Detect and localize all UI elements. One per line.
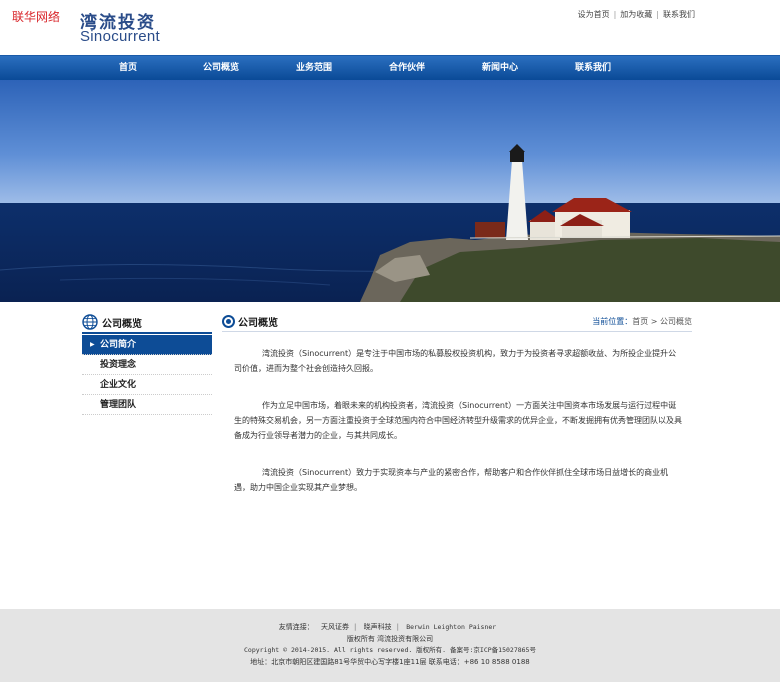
breadcrumb-prefix: 当前位置：: [592, 317, 633, 326]
sidebar-item-company-intro[interactable]: ▶ 公司简介: [82, 335, 212, 355]
nav-item-home[interactable]: 首页: [82, 56, 174, 81]
separator: |: [613, 10, 617, 19]
contact-us-link[interactable]: 联系我们: [663, 10, 695, 19]
separator: |: [396, 623, 399, 631]
footer-copyright: Copyright © 2014-2015. All rights reserv…: [244, 646, 536, 654]
nav-item-news[interactable]: 新闻中心: [454, 56, 546, 81]
add-favorite-link[interactable]: 加为收藏: [620, 10, 652, 19]
sidebar-item-culture[interactable]: 企业文化: [82, 375, 212, 395]
nav-item-partners[interactable]: 合作伙伴: [361, 56, 453, 81]
globe-icon: [82, 314, 98, 330]
main-nav: 首页 公司概览 业务范围 合作伙伴 新闻中心 联系我们: [0, 55, 780, 80]
article-paragraph: 湾流投资（Sinocurrent）是专注于中国市场的私募股权投资机构，致力于为投…: [234, 349, 677, 373]
sidebar: 公司概览 ▶ 公司简介 投资理念 企业文化 管理团队: [82, 312, 212, 415]
separator: |: [354, 623, 357, 631]
arrow-right-icon: ▶: [90, 341, 95, 348]
footer-owner: 版权所有 湾流投资有限公司: [346, 634, 434, 643]
footer-link-blp[interactable]: Berwin Leighton Paisner: [406, 623, 496, 631]
sidebar-item-label: 企业文化: [100, 380, 137, 390]
nav-item-contact[interactable]: 联系我们: [547, 56, 639, 81]
sidebar-item-team[interactable]: 管理团队: [82, 395, 212, 415]
breadcrumb-home[interactable]: 首页: [632, 317, 648, 326]
footer-links: 友情连接： 天风证券 | 晓声科技 | Berwin Leighton Paisne…: [0, 622, 780, 634]
nav-item-overview[interactable]: 公司概览: [175, 56, 267, 81]
sidebar-item-label: 投资理念: [100, 360, 137, 370]
bullet-circle-icon: [222, 315, 235, 328]
breadcrumb-separator: >: [650, 317, 658, 326]
banner-image-lighthouse: [0, 80, 780, 302]
footer: 友情连接： 天风证券 | 晓声科技 | Berwin Leighton Paisne…: [0, 609, 780, 682]
sidebar-header: 公司概览: [82, 312, 212, 334]
nav-item-business[interactable]: 业务范围: [268, 56, 360, 81]
breadcrumb-current: 公司概览: [660, 317, 692, 326]
article-body: 湾流投资（Sinocurrent）是专注于中国市场的私募股权投资机构，致力于为投…: [222, 332, 692, 495]
set-homepage-link[interactable]: 设为首页: [578, 10, 610, 19]
page-title: 公司概览: [238, 318, 278, 329]
main-content: 公司概览 当前位置：首页 > 公司概览 湾流投资（Sinocurrent）是专注…: [222, 312, 692, 517]
footer-link-tianfeng[interactable]: 天风证券: [321, 623, 349, 631]
sidebar-item-label: 公司简介: [100, 340, 137, 350]
watermark-text: 联华网络: [12, 10, 61, 24]
separator: |: [656, 10, 659, 19]
site-logo[interactable]: 湾流投资 Sinocurrent: [80, 8, 190, 45]
sidebar-title: 公司概览: [102, 318, 142, 330]
sidebar-menu: ▶ 公司简介 投资理念 企业文化 管理团队: [82, 335, 212, 415]
sidebar-item-philosophy[interactable]: 投资理念: [82, 355, 212, 375]
top-links: 设为首页 | 加为收藏 | 联系我们: [578, 9, 695, 20]
sidebar-item-label: 管理团队: [100, 400, 137, 410]
logo-english-name: Sinocurrent: [80, 28, 161, 45]
footer-address: 地址：北京市朝阳区建国路81号华贸中心写字楼1座11层 联系电话：+86 10 …: [250, 657, 530, 666]
article-paragraph: 作为立足中国市场，着眼未来的机构投资者，湾流投资（Sinocurrent）一方面…: [234, 401, 682, 440]
content-header: 公司概览 当前位置：首页 > 公司概览: [222, 312, 692, 332]
footer-link-xiaosheng[interactable]: 晓声科技: [364, 623, 392, 631]
footer-links-label: 友情连接：: [278, 623, 314, 631]
article-paragraph: 湾流投资（Sinocurrent）致力于实现资本与产业的紧密合作，帮助客户和合作…: [234, 468, 669, 492]
breadcrumb: 当前位置：首页 > 公司概览: [592, 316, 692, 327]
